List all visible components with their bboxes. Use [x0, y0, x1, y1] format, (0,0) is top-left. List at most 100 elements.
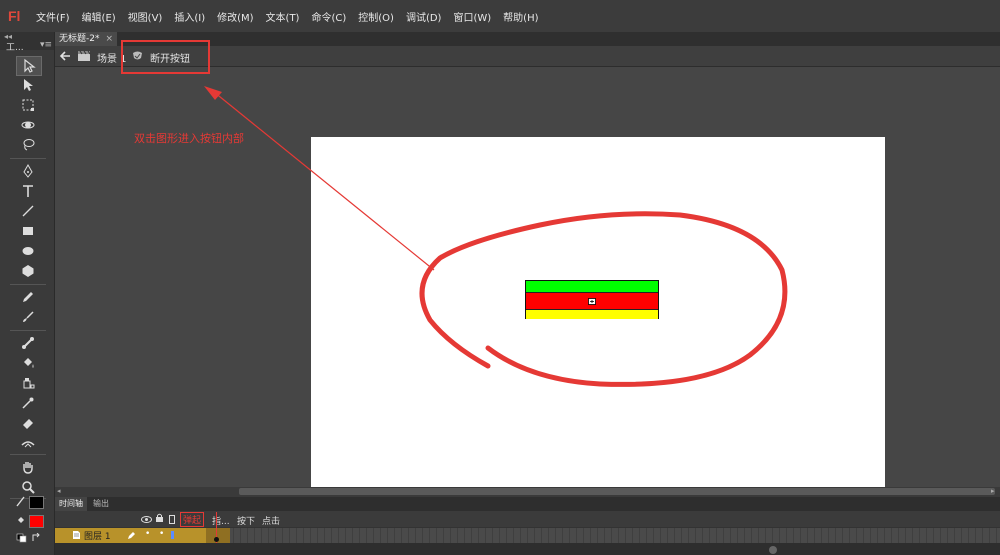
- rectangle-tool[interactable]: [16, 222, 40, 240]
- menu-control[interactable]: 控制(O): [358, 9, 394, 24]
- menu-help[interactable]: 帮助(H): [503, 9, 538, 24]
- frames-area[interactable]: [206, 512, 1000, 543]
- annotation-text: 双击图形进入按钮内部: [134, 132, 244, 145]
- width-tool[interactable]: [16, 434, 40, 452]
- paint-bucket-icon: [24, 358, 34, 368]
- eyedropper-icon: [22, 397, 34, 409]
- layer-row[interactable]: 图层 1 • •: [55, 512, 1000, 543]
- visibility-dot[interactable]: •: [145, 529, 150, 539]
- stroke-color-swatch[interactable]: [29, 496, 44, 509]
- selection-tool[interactable]: [16, 56, 42, 76]
- line-icon: [22, 205, 34, 217]
- free-transform-icon: [22, 99, 34, 111]
- 3d-rotation-tool[interactable]: [16, 116, 40, 134]
- polygon-icon: [22, 265, 34, 277]
- brush-tool[interactable]: [16, 308, 40, 326]
- button-yellow-band: [526, 310, 658, 319]
- paint-bucket-tool[interactable]: [16, 354, 40, 372]
- highlight-box: [121, 40, 210, 74]
- back-arrow-icon[interactable]: [59, 50, 71, 65]
- bone-tool[interactable]: [16, 334, 40, 352]
- text-tool[interactable]: [16, 182, 40, 200]
- fill-color-icon: [16, 514, 26, 529]
- panel-menu-icon[interactable]: ▾≡: [40, 40, 52, 50]
- pen-icon: [23, 163, 33, 178]
- clapperboard-icon: [77, 49, 91, 65]
- subselection-arrow-icon: [24, 79, 33, 91]
- layer-cell[interactable]: 图层 1 • •: [55, 528, 206, 543]
- brush-icon: [23, 311, 34, 322]
- timeline-control-icon[interactable]: [769, 546, 777, 554]
- eyedropper-tool[interactable]: [16, 394, 40, 412]
- menu-window[interactable]: 窗口(W): [453, 9, 491, 24]
- eraser-tool[interactable]: [16, 414, 40, 432]
- layer-name[interactable]: 图层 1: [84, 529, 111, 542]
- menu-edit[interactable]: 编辑(E): [82, 9, 116, 24]
- timeline-tabs: 时间轴 输出: [55, 497, 1000, 511]
- state-up[interactable]: 弹起: [180, 512, 205, 527]
- outline-icon[interactable]: [169, 514, 175, 527]
- menu-commands[interactable]: 命令(C): [311, 9, 346, 24]
- eye-icon[interactable]: [141, 514, 152, 527]
- lasso-icon: [23, 139, 35, 151]
- document-title: 无标题-2*: [59, 34, 100, 44]
- tab-timeline[interactable]: 时间轴: [55, 497, 87, 511]
- text-icon: [23, 185, 33, 197]
- hand-tool[interactable]: [16, 458, 40, 476]
- state-over[interactable]: 指...: [212, 514, 230, 527]
- horizontal-scrollbar[interactable]: ◂ ▸: [55, 487, 1000, 497]
- tools-title: 工...: [6, 43, 24, 53]
- pencil-icon[interactable]: [127, 530, 136, 543]
- menu-view[interactable]: 视图(V): [128, 9, 163, 24]
- oval-tool[interactable]: [16, 242, 40, 260]
- pen-tool[interactable]: [16, 162, 40, 180]
- lasso-tool[interactable]: [16, 136, 40, 154]
- close-icon[interactable]: ×: [105, 32, 113, 46]
- scroll-thumb[interactable]: [239, 488, 995, 495]
- timeline-footer: [55, 543, 1000, 555]
- menu-bar: Fl 文件(F) 编辑(E) 视图(V) 插入(I) 修改(M) 文本(T) 命…: [0, 0, 1000, 33]
- keyframe-dot: [214, 537, 219, 542]
- width-icon: [21, 441, 35, 448]
- menu-items: 文件(F) 编辑(E) 视图(V) 插入(I) 修改(M) 文本(T) 命令(C…: [36, 0, 551, 32]
- menu-text[interactable]: 文本(T): [266, 9, 300, 24]
- tab-output[interactable]: 输出: [89, 497, 113, 511]
- bone-icon: [22, 337, 34, 349]
- menu-insert[interactable]: 插入(I): [174, 9, 205, 24]
- lock-icon[interactable]: [155, 513, 164, 526]
- menu-debug[interactable]: 调试(D): [406, 9, 442, 24]
- rectangle-icon: [23, 227, 33, 235]
- black-white-icon[interactable]: [16, 533, 28, 543]
- app-logo: Fl: [8, 8, 21, 24]
- stroke-color-icon: [16, 495, 26, 510]
- fill-color-swatch[interactable]: [29, 515, 44, 528]
- document-tab[interactable]: 无标题-2* ×: [55, 32, 118, 46]
- state-down[interactable]: 按下: [237, 514, 255, 527]
- zoom-tool[interactable]: [16, 478, 40, 496]
- menu-file[interactable]: 文件(F): [36, 9, 70, 24]
- state-hit[interactable]: 点击: [262, 514, 280, 527]
- subselection-tool[interactable]: [16, 76, 40, 94]
- ink-bottle-icon: [23, 378, 35, 389]
- line-tool[interactable]: [16, 202, 40, 220]
- move-cursor-icon: [588, 295, 596, 305]
- button-green-band: [526, 281, 658, 293]
- pencil-tool[interactable]: [16, 288, 40, 306]
- 3d-rotation-icon: [21, 121, 35, 129]
- polystar-tool[interactable]: [16, 262, 40, 280]
- free-transform-tool[interactable]: [16, 96, 40, 114]
- oval-icon: [22, 247, 34, 255]
- menu-modify[interactable]: 修改(M): [217, 9, 253, 24]
- swap-colors-icon[interactable]: [31, 532, 43, 543]
- timeline-panel: 时间轴 输出 弹起 指... 按下 点击 图层 1 • •: [55, 497, 1000, 555]
- timeline-header: 弹起 指... 按下 点击: [55, 511, 1000, 527]
- pencil-icon: [23, 292, 33, 302]
- scroll-left-icon[interactable]: ◂: [57, 487, 61, 495]
- eraser-icon: [23, 419, 33, 429]
- selection-arrow-icon: [24, 58, 36, 73]
- outline-color-square[interactable]: [171, 531, 174, 539]
- lock-dot[interactable]: •: [159, 529, 164, 539]
- scroll-right-icon[interactable]: ▸: [991, 487, 995, 495]
- ink-bottle-tool[interactable]: [16, 374, 40, 392]
- hand-icon: [23, 462, 33, 474]
